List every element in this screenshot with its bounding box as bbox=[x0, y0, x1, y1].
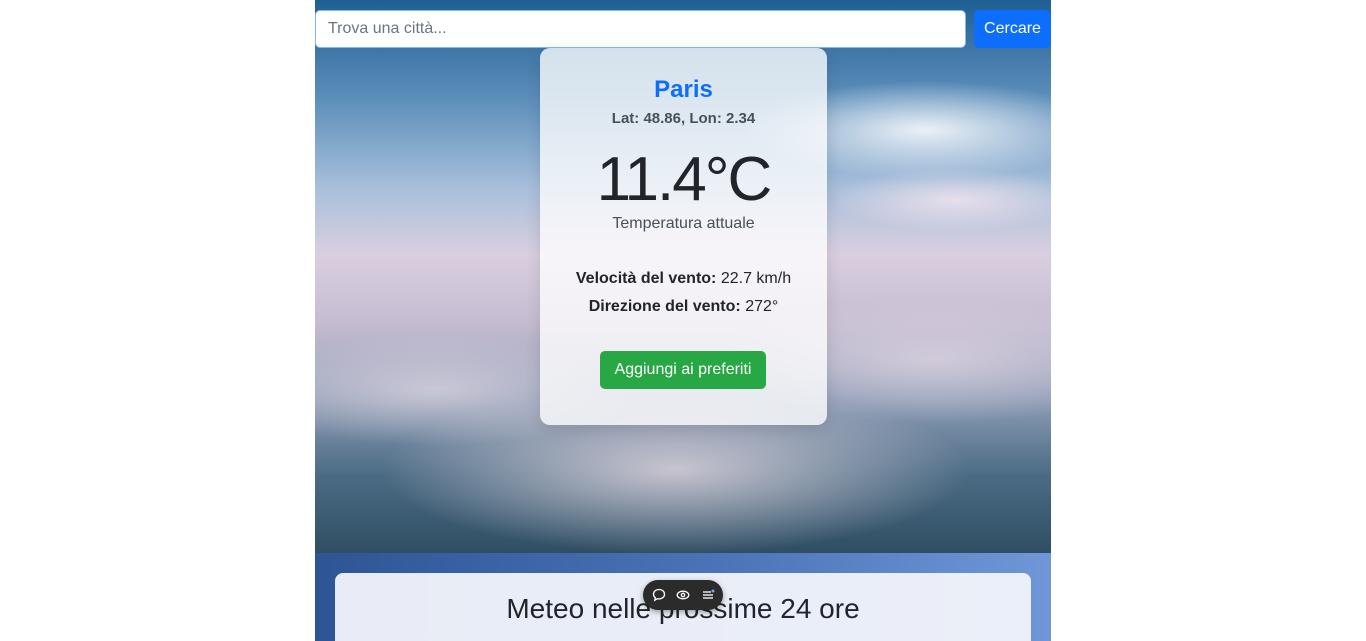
weather-app: Cercare Paris Lat: 48.86, Lon: 2.34 11.4… bbox=[315, 0, 1051, 641]
comment-icon[interactable] bbox=[650, 586, 668, 604]
longitude: Lon: 2.34 bbox=[689, 110, 756, 127]
wind-speed-label: Velocità del vento: bbox=[575, 270, 717, 287]
city-name: Paris bbox=[654, 76, 713, 103]
temperature-caption: Temperatura attuale bbox=[612, 215, 755, 232]
wind-speed-value: 22.7 km/h bbox=[720, 270, 792, 287]
city-search-input[interactable] bbox=[315, 10, 966, 48]
wind-speed: Velocità del vento: 22.7 km/h bbox=[540, 270, 827, 288]
current-temperature: 11.4°C bbox=[596, 145, 773, 214]
search-button[interactable]: Cercare bbox=[974, 10, 1051, 48]
floating-toolbar bbox=[643, 580, 723, 610]
search-bar: Cercare bbox=[315, 10, 1051, 48]
coordinates: Lat: 48.86, Lon: 2.34 bbox=[540, 110, 827, 127]
eye-icon[interactable] bbox=[674, 586, 692, 604]
wind-direction-label: Direzione del vento: bbox=[588, 298, 741, 315]
wind-direction-value: 272° bbox=[745, 298, 779, 315]
add-to-favorites-button[interactable]: Aggiungi ai preferiti bbox=[600, 351, 766, 389]
current-weather-card: Paris Lat: 48.86, Lon: 2.34 11.4°C Tempe… bbox=[540, 48, 827, 425]
wind-direction: Direzione del vento: 272° bbox=[540, 298, 827, 316]
list-icon[interactable] bbox=[699, 586, 717, 604]
latitude: Lat: 48.86, bbox=[611, 110, 686, 127]
